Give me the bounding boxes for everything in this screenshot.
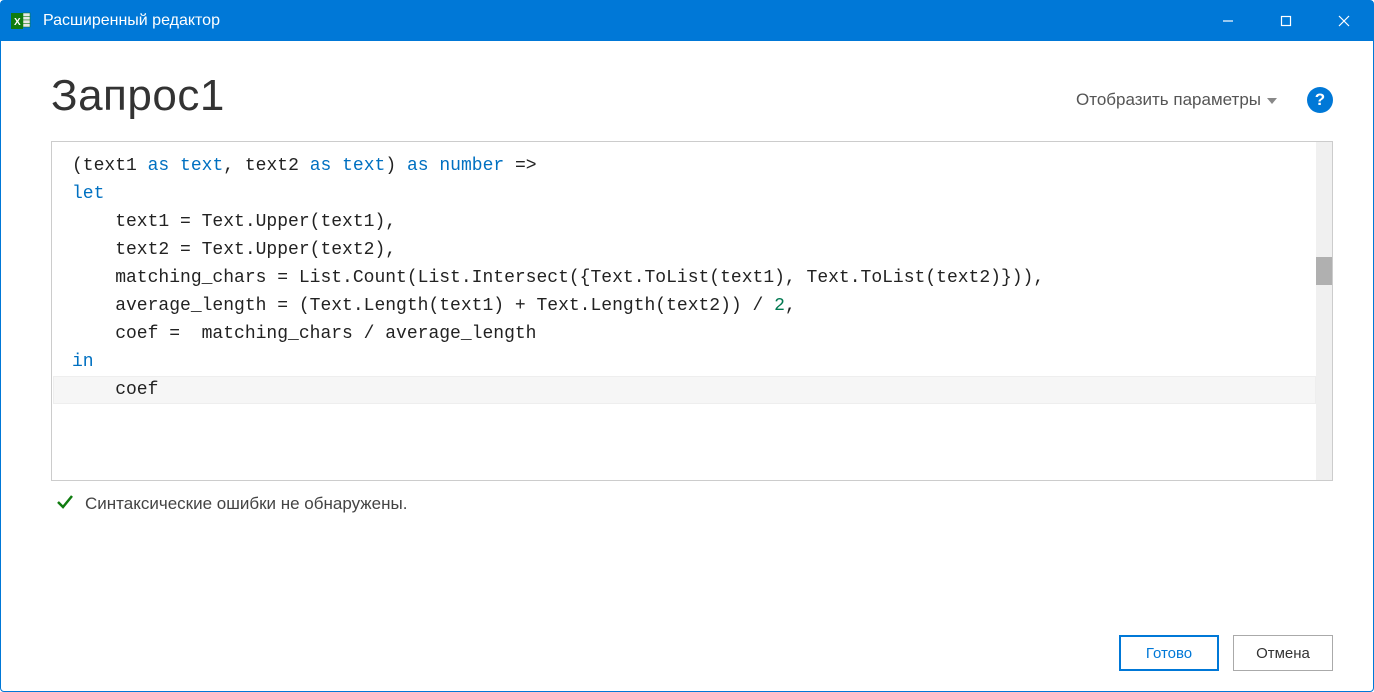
window-controls [1199, 1, 1373, 41]
svg-text:X: X [14, 17, 21, 28]
check-icon [55, 491, 75, 516]
help-icon[interactable]: ? [1307, 87, 1333, 113]
minimize-button[interactable] [1199, 1, 1257, 41]
footer-buttons: Готово Отмена [51, 615, 1333, 671]
done-button[interactable]: Готово [1119, 635, 1219, 671]
cancel-button[interactable]: Отмена [1233, 635, 1333, 671]
code-text[interactable]: (text1 as text, text2 as text) as number… [52, 142, 1332, 480]
excel-app-icon: X [9, 9, 33, 33]
chevron-down-icon [1267, 98, 1277, 104]
close-button[interactable] [1315, 1, 1373, 41]
header-row: Запрос1 Отобразить параметры ? [51, 71, 1333, 121]
query-title: Запрос1 [51, 71, 225, 121]
status-message: Синтаксические ошибки не обнаружены. [85, 494, 407, 514]
code-editor[interactable]: (text1 as text, text2 as text) as number… [51, 141, 1333, 481]
maximize-button[interactable] [1257, 1, 1315, 41]
status-bar: Синтаксические ошибки не обнаружены. [51, 481, 1333, 516]
display-options-label: Отобразить параметры [1076, 90, 1261, 110]
window-title: Расширенный редактор [43, 12, 220, 30]
titlebar: X Расширенный редактор [1, 1, 1373, 41]
display-options-dropdown[interactable]: Отобразить параметры [1076, 90, 1277, 110]
content-area: Запрос1 Отобразить параметры ? (text1 as… [1, 41, 1373, 691]
